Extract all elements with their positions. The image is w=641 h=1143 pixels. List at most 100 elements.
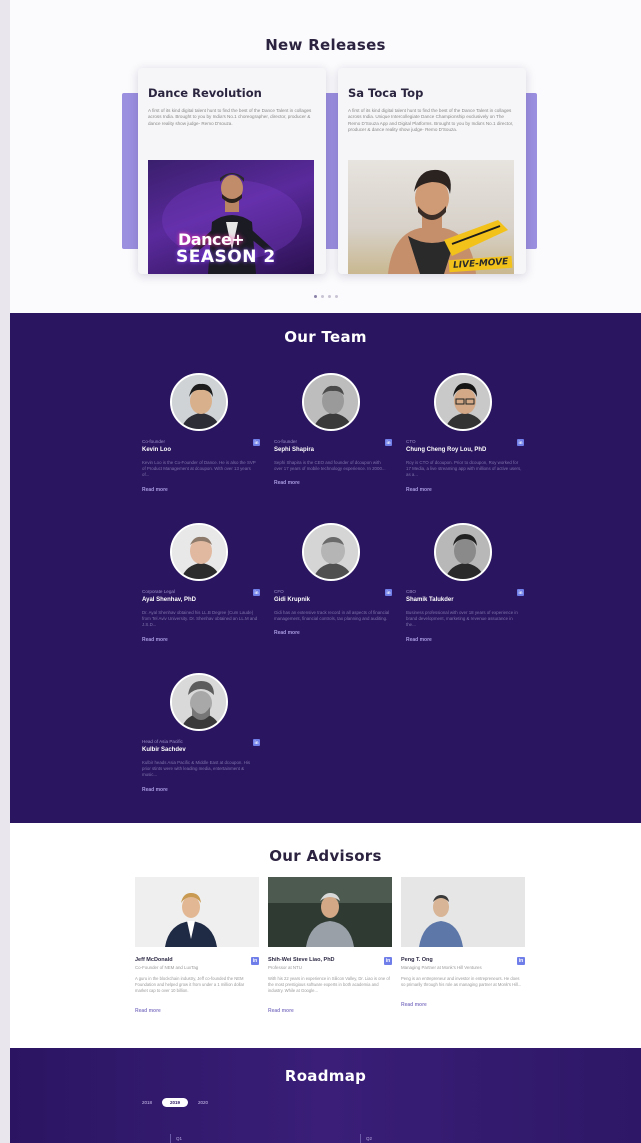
member-bio: Dr. Ayal Shenhav obtained his LL.B Degre… bbox=[142, 610, 258, 628]
member-name: Chung Cheng Roy Lou, PhD bbox=[406, 447, 487, 453]
advisor-name: Jeff McDonald bbox=[135, 957, 173, 963]
roadmap-step-label: Q1 bbox=[176, 1136, 183, 1141]
linkedin-icon[interactable]: in bbox=[517, 589, 524, 596]
avatar bbox=[170, 373, 228, 431]
roadmap-divider bbox=[360, 1134, 361, 1143]
member-role: CBO bbox=[406, 589, 416, 594]
member-role: Head of Asia Pacific bbox=[142, 739, 183, 744]
member-role: Co-founder bbox=[142, 439, 165, 444]
advisor-bio: A guru in the blockchain industry, Jeff … bbox=[135, 976, 245, 993]
team-member-card: Head of Asia Pacific Kulbir Sachdev in K… bbox=[142, 673, 262, 793]
our-advisors-section: Our Advisors in Jeff McDonald Co-Founder… bbox=[10, 823, 641, 1048]
read-more-link[interactable]: Read more bbox=[274, 480, 394, 486]
team-member-card: Co-founder Sephi Shapira in Sephi Shapir… bbox=[274, 373, 394, 486]
release-card-description: A first of its kind digital talent hunt … bbox=[148, 108, 312, 126]
member-name: Sephi Shapira bbox=[274, 447, 315, 453]
avatar bbox=[302, 373, 360, 431]
advisor-role: Professor at NTU bbox=[268, 965, 302, 970]
read-more-link[interactable]: Read more bbox=[274, 630, 394, 636]
roadmap-divider bbox=[170, 1134, 171, 1143]
member-role: Corporate Legal bbox=[142, 589, 175, 594]
roadmap-year-tabs: 2018 2019 2020 bbox=[142, 1098, 208, 1107]
member-bio: Roy is CTO of dcoupon. Prior to dcoupon,… bbox=[406, 460, 522, 478]
our-advisors-title: Our Advisors bbox=[269, 847, 382, 865]
release-card-title: Dance Revolution bbox=[148, 86, 262, 100]
linkedin-icon[interactable]: in bbox=[517, 957, 525, 965]
read-more-link[interactable]: Read more bbox=[142, 787, 262, 793]
new-releases-title: New Releases bbox=[265, 36, 386, 54]
release-card-dance-revolution[interactable]: Dance Revolution A first of its kind dig… bbox=[138, 68, 326, 274]
member-name: Shamik Talukder bbox=[406, 597, 454, 603]
carousel-dot[interactable] bbox=[313, 295, 317, 298]
advisor-card: in Jeff McDonald Co-Founder of NEM and L… bbox=[135, 877, 259, 1014]
our-team-section: Our Team Co-founder Kevin Loo in Kevin L… bbox=[10, 313, 641, 823]
member-name: Gidi Krupnik bbox=[274, 597, 310, 603]
advisor-card: in Shih-Wei Steve Liao, PhD Professor at… bbox=[268, 877, 392, 1014]
avatar bbox=[434, 523, 492, 581]
member-bio: Business professional with over 18 years… bbox=[406, 610, 518, 628]
roadmap-title: Roadmap bbox=[284, 1067, 367, 1085]
member-role: CTO bbox=[406, 439, 416, 444]
carousel-dot[interactable] bbox=[320, 295, 324, 298]
linkedin-icon[interactable]: in bbox=[385, 439, 392, 446]
member-role: CFO bbox=[274, 589, 284, 594]
carousel-dots bbox=[10, 285, 641, 303]
team-member-card: CFO Gidi Krupnik in Gidi has an extensiv… bbox=[274, 523, 394, 636]
release-card-description: A first of its kind digital talent hunt … bbox=[348, 108, 514, 133]
read-more-link[interactable]: Read more bbox=[135, 1008, 259, 1014]
member-name: Kulbir Sachdev bbox=[142, 747, 186, 753]
team-member-card: CBO Shamik Talukder in Business professi… bbox=[406, 523, 526, 643]
read-more-link[interactable]: Read more bbox=[268, 1008, 392, 1014]
advisor-photo bbox=[268, 877, 392, 947]
linkedin-icon[interactable]: in bbox=[385, 589, 392, 596]
advisor-bio: Peng is an entrepreneur and investor in … bbox=[401, 976, 522, 987]
team-member-card: Co-founder Kevin Loo in Kevin Loo is the… bbox=[142, 373, 262, 493]
advisor-role: Co-Founder of NEM and LuxTag bbox=[135, 965, 199, 970]
advisor-card: in Peng T. Ong Managing Partner at Monk'… bbox=[401, 877, 525, 1008]
read-more-link[interactable]: Read more bbox=[401, 1002, 525, 1008]
carousel-dot[interactable] bbox=[327, 295, 331, 298]
advisor-role: Managing Partner at Monk's Hill Ventures bbox=[401, 965, 482, 970]
read-more-link[interactable]: Read more bbox=[142, 637, 262, 643]
page: New Releases Dance Revolution A first of… bbox=[10, 0, 641, 1143]
member-bio: Kulbir heads Asia Pacific & Middle East … bbox=[142, 760, 251, 778]
member-name: Ayal Shenhav, PhD bbox=[142, 597, 197, 603]
year-tab-2019[interactable]: 2019 bbox=[162, 1098, 189, 1107]
member-role: Co-founder bbox=[274, 439, 297, 444]
read-more-link[interactable]: Read more bbox=[406, 637, 526, 643]
roadmap-step-label: Q2 bbox=[366, 1136, 373, 1141]
member-bio: Kevin Loo is the Co-Founder of Dance. He… bbox=[142, 460, 256, 478]
year-tab-2020[interactable]: 2020 bbox=[198, 1100, 208, 1105]
release-card-sa-toca-top[interactable]: Sa Toca Top A first of its kind digital … bbox=[338, 68, 526, 274]
release-card-title: Sa Toca Top bbox=[348, 86, 424, 100]
avatar bbox=[170, 673, 228, 731]
avatar bbox=[302, 523, 360, 581]
advisor-name: Shih-Wei Steve Liao, PhD bbox=[268, 957, 335, 963]
linkedin-icon[interactable]: in bbox=[253, 739, 260, 746]
read-more-link[interactable]: Read more bbox=[142, 487, 262, 493]
year-tab-2018[interactable]: 2018 bbox=[142, 1100, 152, 1105]
team-member-card: Corporate Legal Ayal Shenhav, PhD in Dr.… bbox=[142, 523, 262, 643]
member-bio: Gidi has an extensive track record in al… bbox=[274, 610, 390, 622]
roadmap-section: Roadmap 2018 2019 2020 Q1 Q2 bbox=[10, 1048, 641, 1143]
season-2-text: SEASON 2 bbox=[176, 247, 276, 267]
carousel-dot[interactable] bbox=[334, 295, 338, 298]
avatar bbox=[434, 373, 492, 431]
linkedin-icon[interactable]: in bbox=[384, 957, 392, 965]
member-name: Kevin Loo bbox=[142, 447, 172, 453]
advisor-photo bbox=[401, 877, 525, 947]
member-bio: Sephi Shapira is the CEO and founder of … bbox=[274, 460, 386, 472]
linkedin-icon[interactable]: in bbox=[251, 957, 259, 965]
read-more-link[interactable]: Read more bbox=[406, 487, 526, 493]
advisor-bio: With his 22 years in experience in Silic… bbox=[268, 976, 390, 993]
release-thumbnail-dance-plus[interactable]: Dance+ SEASON 2 bbox=[148, 160, 314, 274]
our-team-title: Our Team bbox=[284, 328, 367, 346]
linkedin-icon[interactable]: in bbox=[253, 439, 260, 446]
avatar bbox=[170, 523, 228, 581]
linkedin-icon[interactable]: in bbox=[253, 589, 260, 596]
release-thumbnail-sa-toca-top[interactable]: LIVE-MOVE bbox=[348, 160, 514, 274]
team-member-card: CTO Chung Cheng Roy Lou, PhD in Roy is C… bbox=[406, 373, 526, 493]
advisor-photo bbox=[135, 877, 259, 947]
linkedin-icon[interactable]: in bbox=[517, 439, 524, 446]
new-releases-section: New Releases Dance Revolution A first of… bbox=[10, 0, 641, 313]
